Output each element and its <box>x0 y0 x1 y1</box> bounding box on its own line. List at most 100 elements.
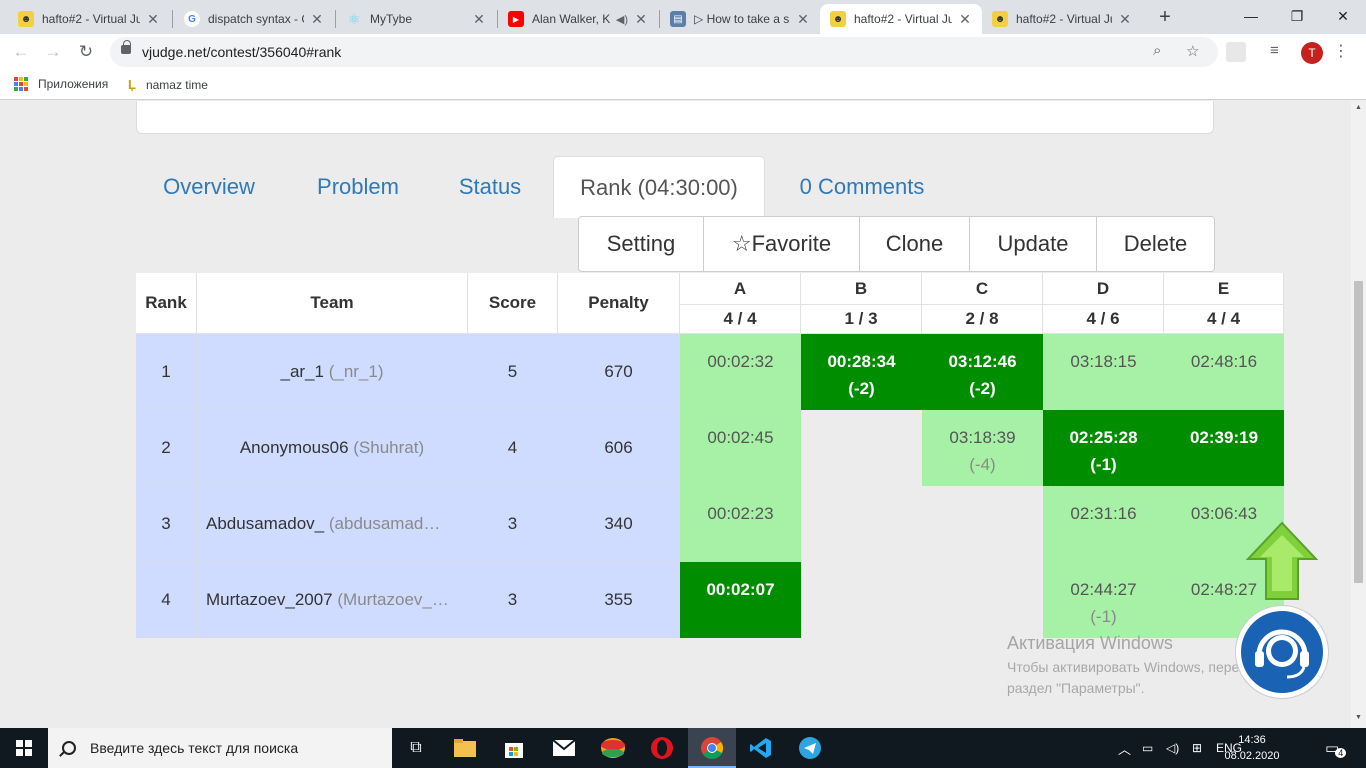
notifications-icon[interactable]: ▭ 4 <box>1325 728 1347 768</box>
scroll-down-icon[interactable]: ▼ <box>1354 714 1363 721</box>
menu-icon[interactable]: ⋮ <box>1333 41 1349 61</box>
browser-tab[interactable]: ☻ hafto#2 - Virtual Ju ✕ <box>8 4 170 34</box>
bookmark-apps[interactable]: Приложения <box>14 77 108 91</box>
tab-overview[interactable]: Overview <box>150 156 268 218</box>
file-explorer-icon[interactable] <box>441 728 489 768</box>
browser-tab[interactable]: G dispatch syntax - G ✕ <box>174 4 334 34</box>
tab-comments[interactable]: 0 Comments <box>784 156 940 218</box>
task-view-icon[interactable]: ⧉ <box>392 728 440 768</box>
problem-cell-first-blood[interactable]: 03:12:46 (-2) <box>922 334 1043 410</box>
row-team[interactable]: Abdusamadov_ (abdusamad… <box>197 486 468 562</box>
browser-tab[interactable]: ▶ Alan Walker, K ◀) ✕ <box>498 4 658 34</box>
row-team[interactable]: _ar_1 (_nr_1) <box>197 334 468 410</box>
browser-tab[interactable]: ☻ hafto#2 - Virtual Ju ✕ <box>982 4 1142 34</box>
telegram-icon[interactable] <box>786 728 834 768</box>
problem-cell[interactable]: 00:02:23 <box>680 486 801 562</box>
browser-tab-active[interactable]: ☻ hafto#2 - Virtual Ju ✕ <box>820 4 982 34</box>
row-score: 4 <box>468 410 558 486</box>
row-team[interactable]: Murtazoev_2007 (Murtazoev_… <box>197 562 468 638</box>
problem-cell[interactable]: 03:18:39 (-4) <box>922 410 1043 486</box>
header-rank: Rank <box>136 273 197 334</box>
scroll-up-icon[interactable]: ▲ <box>1354 104 1363 111</box>
profile-avatar[interactable]: T <box>1301 42 1323 64</box>
problem-cell-first-blood[interactable]: 00:02:07 <box>680 562 801 638</box>
problem-cell[interactable]: 02:31:16 <box>1043 486 1164 562</box>
scroll-top-arrow-icon[interactable] <box>1246 521 1318 601</box>
clone-button[interactable]: Clone <box>860 217 970 271</box>
wrong-tries: (-2) <box>969 379 996 398</box>
close-icon[interactable]: ✕ <box>958 11 972 28</box>
address-bar[interactable]: vjudge.net/contest/356040#rank ⌕ ☆ <box>110 37 1218 67</box>
setting-button[interactable]: Setting <box>579 217 704 271</box>
team-nickname: (_nr_1) <box>328 361 384 381</box>
row-rank: 2 <box>136 410 197 486</box>
browser-tab[interactable]: ▤ ▷ How to take a s ✕ <box>660 4 820 34</box>
taskbar-clock[interactable]: 14:36 08.02.2020 <box>1224 732 1280 764</box>
team-name[interactable]: _ar_1 <box>280 362 323 382</box>
header-penalty: Penalty <box>558 273 680 334</box>
support-chat-icon[interactable] <box>1236 606 1328 698</box>
url-text[interactable]: vjudge.net/contest/356040#rank <box>142 44 341 60</box>
problem-cell[interactable]: 00:02:32 <box>680 334 801 410</box>
team-name[interactable]: Murtazoev_2007 <box>206 590 333 610</box>
zoom-icon[interactable]: ⌕ <box>1153 42 1161 59</box>
games-icon[interactable] <box>589 728 637 768</box>
scrollbar-thumb[interactable] <box>1354 281 1363 583</box>
start-button[interactable] <box>0 728 48 768</box>
opera-icon[interactable] <box>638 728 686 768</box>
taskbar-search[interactable]: Введите здесь текст для поиска <box>48 728 392 768</box>
tab-status[interactable]: Status <box>448 156 532 218</box>
store-icon[interactable] <box>490 728 538 768</box>
problem-cell[interactable]: 03:18:15 <box>1043 334 1164 410</box>
header-problem-c[interactable]: C <box>922 273 1043 305</box>
header-problem-a[interactable]: A <box>680 273 801 305</box>
problem-cell-first-blood[interactable]: 02:39:19 <box>1164 410 1284 486</box>
vscode-icon[interactable] <box>737 728 785 768</box>
tab-rank[interactable]: Rank (04:30:00) <box>553 156 765 218</box>
close-icon[interactable]: ✕ <box>796 11 810 28</box>
reload-icon[interactable]: ↻ <box>75 41 97 63</box>
minimize-icon[interactable]: — <box>1228 4 1274 30</box>
close-icon[interactable]: ✕ <box>146 11 160 28</box>
tab-problem[interactable]: Problem <box>300 156 416 218</box>
window-close-icon[interactable]: ✕ <box>1320 4 1366 30</box>
network-icon[interactable]: ⊞ <box>1192 728 1202 768</box>
close-icon[interactable]: ✕ <box>310 11 324 28</box>
browser-tab[interactable]: ⚛ MyTybe ✕ <box>336 4 496 34</box>
team-name[interactable]: Anonymous06 <box>240 438 349 458</box>
header-score: Score <box>468 273 558 334</box>
new-tab-icon[interactable]: + <box>1155 6 1175 28</box>
problem-cell-first-blood[interactable]: 00:28:34 (-2) <box>801 334 922 410</box>
media-icon[interactable]: ≡ <box>1270 42 1290 62</box>
bookmark-namaz[interactable]: Ļ namaz time <box>128 77 208 92</box>
update-button[interactable]: Update <box>970 217 1097 271</box>
close-icon[interactable]: ✕ <box>1118 11 1132 28</box>
speaker-icon[interactable]: ◀) <box>616 13 628 26</box>
problem-cell[interactable]: 00:02:45 <box>680 410 801 486</box>
problem-cell[interactable]: 02:44:27 (-1) <box>1043 562 1164 638</box>
close-icon[interactable]: ✕ <box>472 11 486 28</box>
row-team[interactable]: Anonymous06 (Shuhrat) <box>197 410 468 486</box>
close-icon[interactable]: ✕ <box>634 11 648 28</box>
header-problem-b[interactable]: B <box>801 273 922 305</box>
vjudge-icon: ☻ <box>830 11 846 27</box>
tray-chevron-icon[interactable]: ︿ <box>1118 728 1131 768</box>
solve-time: 00:02:32 <box>707 352 774 371</box>
problem-cell[interactable]: 02:48:16 <box>1164 334 1284 410</box>
team-name[interactable]: Abdusamadov_ <box>206 514 324 534</box>
delete-button[interactable]: Delete <box>1097 217 1214 271</box>
problem-cell-first-blood[interactable]: 02:25:28 (-1) <box>1043 410 1164 486</box>
extension-icon[interactable] <box>1226 42 1246 62</box>
header-problem-e[interactable]: E <box>1164 273 1284 305</box>
favorite-button[interactable]: ☆Favorite <box>704 217 860 271</box>
forward-icon[interactable]: → <box>42 41 64 63</box>
maximize-icon[interactable]: ❐ <box>1274 4 1320 30</box>
mail-icon[interactable] <box>540 728 588 768</box>
volume-icon[interactable]: ◁) <box>1166 728 1179 768</box>
battery-icon[interactable]: ▭ <box>1142 728 1153 768</box>
header-problem-d[interactable]: D <box>1043 273 1164 305</box>
chrome-icon[interactable] <box>688 728 736 768</box>
bookmark-star-icon[interactable]: ☆ <box>1186 42 1199 60</box>
page-scrollbar[interactable]: ▲ ▼ <box>1351 101 1366 728</box>
back-icon[interactable]: ← <box>10 41 32 63</box>
